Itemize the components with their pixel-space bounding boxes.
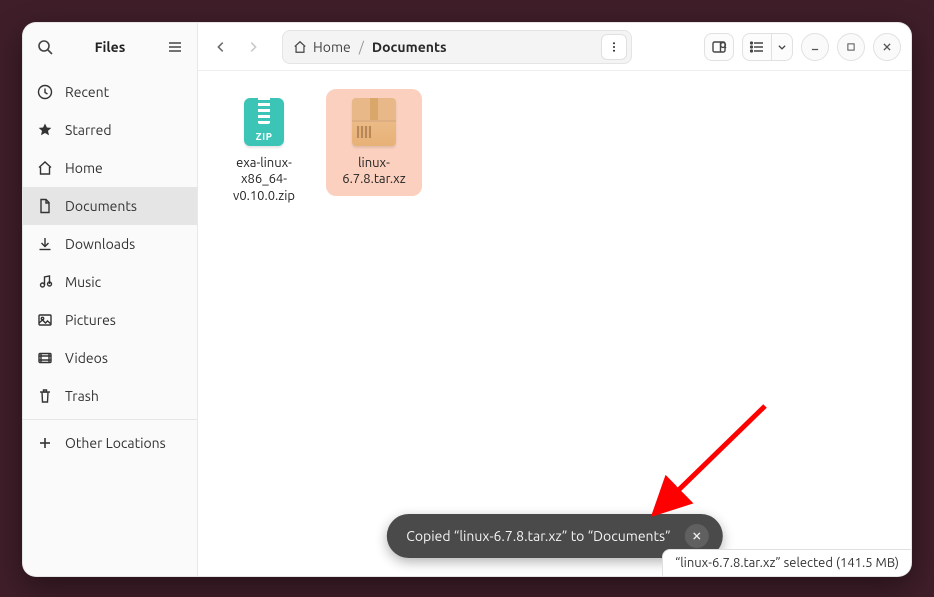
path-segment-current[interactable]: Documents xyxy=(372,39,447,55)
maximize-icon xyxy=(846,42,856,52)
toast-close-button[interactable] xyxy=(685,524,709,548)
sidebar-item-pictures[interactable]: Pictures xyxy=(23,301,197,339)
path-menu-button[interactable] xyxy=(601,34,627,60)
chevron-right-icon xyxy=(246,40,260,54)
sidebar-item-label: Videos xyxy=(65,350,108,366)
plus-icon xyxy=(37,435,53,451)
sidebar-item-label: Documents xyxy=(65,198,137,214)
list-view-button[interactable] xyxy=(742,33,771,61)
sidebar-item-home[interactable]: Home xyxy=(23,149,197,187)
star-icon xyxy=(37,122,53,138)
file-view[interactable]: exa-linux-x86_64-v0.10.0.zip linux-6.7.8… xyxy=(198,71,911,576)
hamburger-icon xyxy=(167,39,183,55)
toolbar-right xyxy=(704,33,901,61)
sidebar-item-label: Home xyxy=(65,160,103,176)
sidebar-item-label: Music xyxy=(65,274,101,290)
file-item-tar[interactable]: linux-6.7.8.tar.xz xyxy=(326,89,422,196)
document-icon xyxy=(37,198,53,214)
sidebar-item-label: Downloads xyxy=(65,236,135,252)
file-thumb xyxy=(345,95,403,149)
sidebar-item-label: Pictures xyxy=(65,312,116,328)
main-pane: Home / Documents xyxy=(198,23,911,576)
window-minimize-button[interactable] xyxy=(801,33,829,61)
window-close-button[interactable] xyxy=(873,33,901,61)
status-bar: “linux-6.7.8.tar.xz” selected (141.5 MB) xyxy=(662,549,911,576)
file-grid: exa-linux-x86_64-v0.10.0.zip linux-6.7.8… xyxy=(216,89,893,212)
hamburger-menu-button[interactable] xyxy=(163,35,187,59)
sidebar-item-videos[interactable]: Videos xyxy=(23,339,197,377)
kebab-icon xyxy=(608,41,620,53)
path-bar: Home / Documents xyxy=(282,30,632,64)
file-item-zip[interactable]: exa-linux-x86_64-v0.10.0.zip xyxy=(216,89,312,212)
sidebar-item-label: Starred xyxy=(65,122,112,138)
search-icon xyxy=(37,39,53,55)
sidebar-item-recent[interactable]: Recent xyxy=(23,73,197,111)
sidebar-header: Files xyxy=(23,29,197,69)
toast-message: Copied “linux-6.7.8.tar.xz” to “Document… xyxy=(406,528,670,544)
minimize-icon xyxy=(810,42,820,52)
search-button[interactable] xyxy=(33,35,57,59)
file-label: exa-linux-x86_64-v0.10.0.zip xyxy=(220,155,308,204)
sidebar-item-label: Other Locations xyxy=(65,435,166,451)
sidebar-separator xyxy=(23,419,197,420)
zip-archive-icon xyxy=(244,98,284,146)
nav-arrows xyxy=(208,34,266,60)
sidebar-item-trash[interactable]: Trash xyxy=(23,377,197,415)
tar-archive-icon xyxy=(352,98,396,146)
trash-icon xyxy=(37,388,53,404)
sidebar-item-documents[interactable]: Documents xyxy=(23,187,197,225)
list-icon xyxy=(749,39,765,55)
music-icon xyxy=(37,274,53,290)
download-icon xyxy=(37,236,53,252)
app-title: Files xyxy=(63,39,157,55)
path-segment-home[interactable]: Home xyxy=(293,39,351,55)
files-window: Files Recent Starred Home Documents xyxy=(22,22,912,577)
status-text: “linux-6.7.8.tar.xz” selected (141.5 MB) xyxy=(675,556,899,570)
chevron-left-icon xyxy=(214,40,228,54)
toolbar: Home / Documents xyxy=(198,23,911,71)
nav-back-button[interactable] xyxy=(208,34,234,60)
toggle-sidebar-button[interactable] xyxy=(704,33,734,61)
sidebar-item-label: Trash xyxy=(65,388,99,404)
sidebar-item-downloads[interactable]: Downloads xyxy=(23,225,197,263)
path-segment-label: Home xyxy=(313,39,351,55)
path-segment-label: Documents xyxy=(372,39,447,55)
clock-icon xyxy=(37,84,53,100)
sidebar-item-other-locations[interactable]: Other Locations xyxy=(23,424,197,462)
path-separator: / xyxy=(359,39,364,55)
image-icon xyxy=(37,312,53,328)
video-icon xyxy=(37,350,53,366)
close-icon xyxy=(692,531,702,541)
sidebar-item-starred[interactable]: Starred xyxy=(23,111,197,149)
home-icon xyxy=(37,160,53,176)
close-icon xyxy=(882,42,892,52)
panel-icon xyxy=(711,39,727,55)
view-options-button[interactable] xyxy=(771,33,793,61)
nav-forward-button[interactable] xyxy=(240,34,266,60)
sidebar: Files Recent Starred Home Documents xyxy=(23,23,198,576)
sidebar-nav: Recent Starred Home Documents Downloads … xyxy=(23,73,197,462)
window-maximize-button[interactable] xyxy=(837,33,865,61)
chevron-down-icon xyxy=(777,42,787,52)
sidebar-item-label: Recent xyxy=(65,84,109,100)
file-label: linux-6.7.8.tar.xz xyxy=(330,155,418,188)
sidebar-item-music[interactable]: Music xyxy=(23,263,197,301)
view-mode-split-button xyxy=(742,33,793,61)
home-icon xyxy=(293,40,307,54)
file-thumb xyxy=(235,95,293,149)
